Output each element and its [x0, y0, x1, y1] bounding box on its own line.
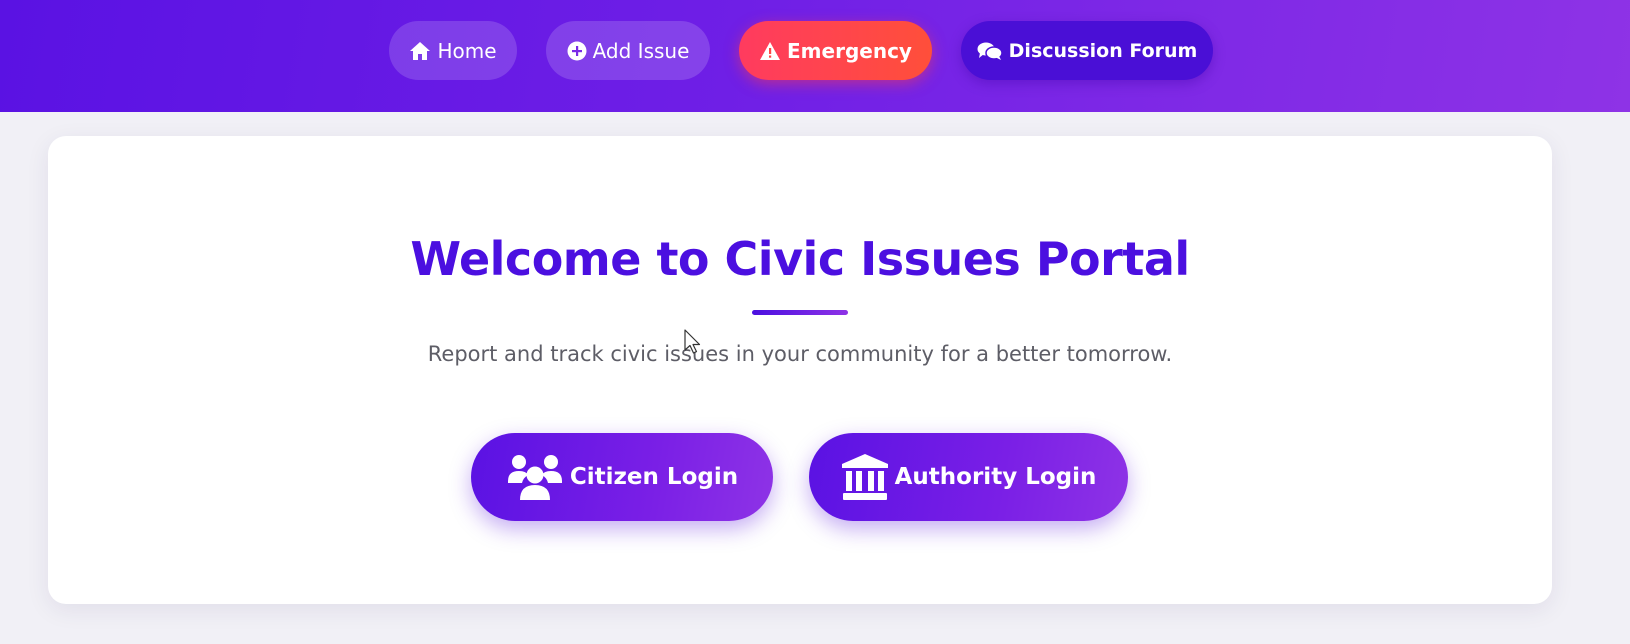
page-subtitle: Report and track civic issues in your co… [427, 342, 1173, 366]
nav-emergency-label: Emergency [787, 38, 912, 63]
welcome-card: Welcome to Civic Issues Portal Report an… [48, 136, 1552, 604]
users-icon [506, 453, 564, 501]
nav-discussion-forum-label: Discussion Forum [1008, 39, 1198, 62]
top-navbar: Home Add Issue Emergency Discussion Foru… [0, 0, 1630, 112]
nav-home-label: Home [437, 38, 497, 63]
mouse-cursor-icon [684, 329, 702, 359]
nav-home-button[interactable]: Home [389, 21, 517, 80]
plus-circle-icon [567, 41, 587, 61]
citizen-login-button[interactable]: Citizen Login [471, 433, 773, 521]
nav-add-issue-button[interactable]: Add Issue [546, 21, 710, 80]
page-title: Welcome to Civic Issues Portal [410, 232, 1190, 286]
landmark-icon [841, 453, 889, 501]
home-icon [409, 41, 431, 61]
authority-login-button[interactable]: Authority Login [809, 433, 1128, 521]
citizen-login-label: Citizen Login [569, 464, 739, 490]
nav-discussion-forum-button[interactable]: Discussion Forum [961, 21, 1213, 80]
title-underline [752, 310, 848, 315]
warning-triangle-icon [759, 41, 781, 61]
nav-emergency-button[interactable]: Emergency [739, 21, 932, 80]
nav-add-issue-label: Add Issue [592, 38, 690, 63]
authority-login-label: Authority Login [894, 464, 1097, 490]
comments-icon [977, 41, 1003, 61]
